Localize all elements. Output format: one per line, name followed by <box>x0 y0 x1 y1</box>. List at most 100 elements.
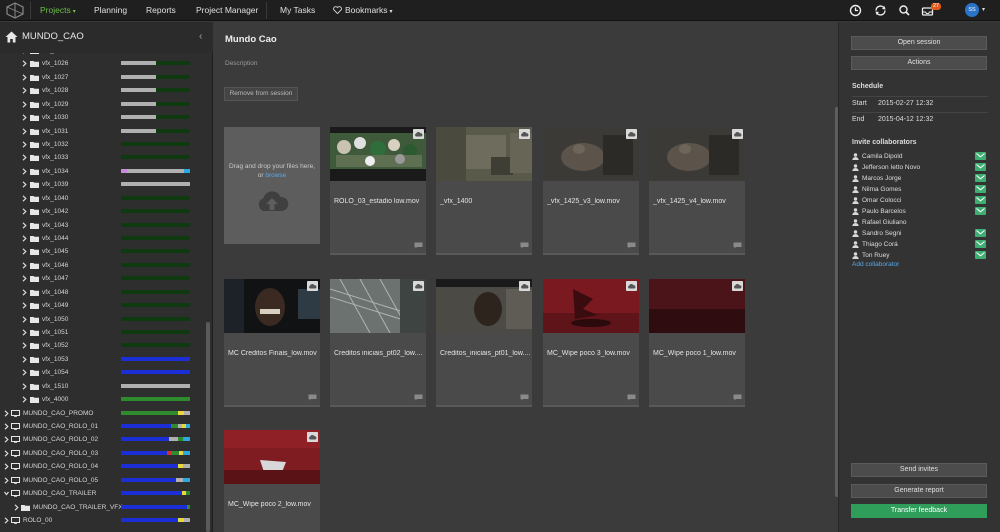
tree-row[interactable]: vfx_1040 <box>0 192 205 205</box>
cloud-icon[interactable] <box>413 281 424 291</box>
schedule-end[interactable]: End 2015-04-12 12:32 <box>852 112 988 125</box>
collaborator-row[interactable]: Ton Ruey <box>852 250 988 261</box>
chevron-right-icon[interactable] <box>22 114 27 121</box>
nav-reports[interactable]: Reports <box>146 0 176 21</box>
chevron-right-icon[interactable] <box>22 221 27 229</box>
tree-row[interactable]: vfx_1054 <box>0 366 205 379</box>
mail-icon[interactable] <box>975 240 986 248</box>
media-card[interactable]: MC_Wipe poco 3_low.mov <box>543 279 639 407</box>
mail-icon[interactable] <box>975 152 986 160</box>
tree-row[interactable]: MUNDO_CAO_ROLO_02 <box>0 433 205 446</box>
tree-row[interactable]: vfx_1048 <box>0 286 205 299</box>
chevron-right-icon[interactable] <box>22 289 27 296</box>
collapse-sidebar-icon[interactable]: ‹ <box>199 31 202 42</box>
comment-icon[interactable] <box>733 242 742 249</box>
chevron-right-icon[interactable] <box>22 302 27 309</box>
chevron-right-icon[interactable] <box>22 248 27 256</box>
chevron-right-icon[interactable] <box>22 101 27 108</box>
tree-row[interactable]: MUNDO_CAO_ROLO_01 <box>0 420 205 433</box>
comment-icon[interactable] <box>733 394 742 401</box>
nav-planning[interactable]: Planning <box>94 0 127 21</box>
media-thumbnail[interactable] <box>436 279 532 333</box>
avatar[interactable]: SS <box>965 3 979 17</box>
comment-icon[interactable] <box>520 242 529 249</box>
chevron-right-icon[interactable] <box>22 87 27 94</box>
media-thumbnail[interactable] <box>330 127 426 181</box>
mail-icon[interactable] <box>975 229 986 237</box>
cloud-icon[interactable] <box>307 432 318 442</box>
tree-row[interactable]: vfx_1028 <box>0 84 205 97</box>
collaborator-row[interactable]: Marcos Jorge <box>852 173 988 184</box>
cloud-icon[interactable] <box>413 129 424 139</box>
nav-bookmarks[interactable]: Bookmarks ▾ <box>333 0 393 21</box>
tree-row[interactable]: MUNDO_CAO_TRAILER <box>0 487 205 500</box>
tree-row[interactable]: MUNDO_CAO_PROMO <box>0 407 205 420</box>
sync-icon[interactable] <box>873 3 888 18</box>
chevron-right-icon[interactable] <box>22 315 27 323</box>
chevron-down-icon[interactable] <box>4 490 9 497</box>
mail-icon[interactable] <box>975 174 986 182</box>
home-icon[interactable] <box>5 31 18 43</box>
tree-row[interactable]: vfx_1053 <box>0 353 205 366</box>
tree-row[interactable]: vfx_1046 <box>0 259 205 272</box>
chevron-right-icon[interactable] <box>22 60 27 68</box>
chevron-down-icon[interactable]: ▾ <box>982 0 985 21</box>
tree-row[interactable]: vfx_1045 <box>0 245 205 258</box>
browse-link[interactable]: browse <box>265 172 286 179</box>
chevron-right-icon[interactable] <box>4 517 9 524</box>
chevron-right-icon[interactable] <box>22 181 27 188</box>
tree-row[interactable]: vfx_1043 <box>0 219 205 232</box>
media-card[interactable]: Creditos iniciais_pt02_low.... <box>330 279 426 407</box>
media-card[interactable]: _vfx_1425_v4_low.mov <box>649 127 745 255</box>
media-thumbnail[interactable] <box>436 127 532 181</box>
tree-row[interactable]: vfx_1034 <box>0 165 205 178</box>
chevron-right-icon[interactable] <box>22 356 27 363</box>
collaborator-row[interactable]: Omar Colocci <box>852 195 988 206</box>
tree-row[interactable]: vfx_1047 <box>0 272 205 285</box>
media-card[interactable]: ROLO_03_estadio low.mov <box>330 127 426 255</box>
generate-report-button[interactable]: Generate report <box>851 484 987 498</box>
mail-icon[interactable] <box>975 251 986 259</box>
chevron-right-icon[interactable] <box>4 450 9 457</box>
cloud-icon[interactable] <box>732 129 743 139</box>
nav-project-manager[interactable]: Project Manager <box>196 0 258 21</box>
schedule-start[interactable]: Start 2015-02-27 12:32 <box>852 96 988 109</box>
chevron-right-icon[interactable] <box>22 275 27 282</box>
tree-row[interactable]: vfx_1026 <box>0 57 205 70</box>
comment-icon[interactable] <box>308 394 317 401</box>
comment-icon[interactable] <box>627 394 636 401</box>
tree-row[interactable]: vfx_1025 <box>0 53 205 57</box>
chevron-right-icon[interactable] <box>22 154 27 162</box>
clock-icon[interactable] <box>848 3 863 18</box>
chevron-right-icon[interactable] <box>14 503 19 511</box>
media-card[interactable]: MC_Wipe poco 1_low.mov <box>649 279 745 407</box>
chevron-right-icon[interactable] <box>22 262 27 269</box>
cloud-icon[interactable] <box>519 129 530 139</box>
chevron-right-icon[interactable] <box>22 342 27 350</box>
tree-row[interactable]: vfx_1039 <box>0 178 205 191</box>
actions-button[interactable]: Actions <box>851 56 987 70</box>
media-thumbnail[interactable] <box>224 430 320 484</box>
tree-row[interactable]: ROLO_00 <box>0 514 205 527</box>
collaborator-row[interactable]: Jefferson Ietto Novo <box>852 162 988 173</box>
media-thumbnail[interactable] <box>649 279 745 333</box>
mail-icon[interactable] <box>975 163 986 171</box>
chevron-right-icon[interactable] <box>22 329 27 336</box>
chevron-right-icon[interactable] <box>22 74 27 81</box>
cloud-icon[interactable] <box>307 281 318 291</box>
chevron-right-icon[interactable] <box>4 423 9 430</box>
collaborator-row[interactable]: Sandro Segni <box>852 228 988 239</box>
tree-row[interactable]: vfx_1031 <box>0 125 205 138</box>
chevron-right-icon[interactable] <box>22 369 27 376</box>
nav-my-tasks[interactable]: My Tasks <box>280 0 315 21</box>
media-card[interactable]: Creditos_iniciais_pt01_low.... <box>436 279 532 407</box>
tree-row[interactable]: vfx_1033 <box>0 151 205 164</box>
tree-row[interactable]: MUNDO_CAO_ROLO_03 <box>0 447 205 460</box>
chevron-right-icon[interactable] <box>22 141 27 148</box>
cloud-icon[interactable] <box>519 281 530 291</box>
tree-row[interactable]: vfx_1032 <box>0 138 205 151</box>
comment-icon[interactable] <box>414 242 423 249</box>
chevron-right-icon[interactable] <box>4 436 9 444</box>
transfer-feedback-button[interactable]: Transfer feedback <box>851 504 987 518</box>
nav-projects[interactable]: Projects ▾ <box>40 0 76 21</box>
